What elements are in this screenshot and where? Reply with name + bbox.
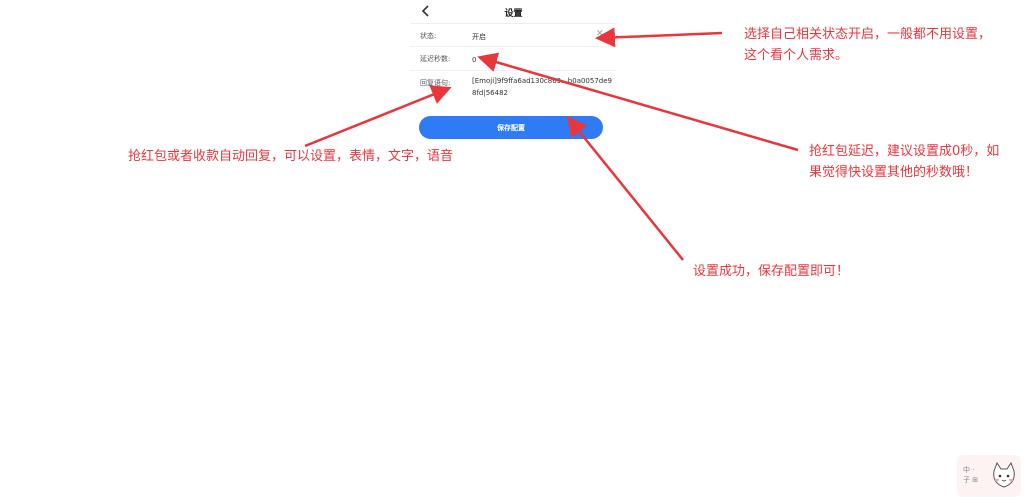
status-annotation: 选择自己相关状态开启，一般都不用设置， 这个看个人需求。 — [744, 24, 991, 66]
status-annotation-line-2: 这个看个人需求。 — [744, 48, 849, 63]
sticker-glyphs: 中 · 子 ⊞ — [963, 466, 979, 484]
delay-annotation-line-2: 果觉得快设置其他的秒数哦！ — [809, 165, 979, 180]
save-annotation: 设置成功，保存配置即可！ — [693, 264, 850, 279]
cat-face-icon — [993, 461, 1015, 488]
delay-annotation-line-1: 抢红包延迟，建议设置成0秒，如 — [809, 144, 1000, 159]
delay-arrow — [477, 52, 799, 152]
cat-sticker: 中 · 子 ⊞ — [957, 455, 1021, 497]
status-annotation-line-1: 选择自己相关状态开启，一般都不用设置， — [744, 27, 992, 42]
status-arrow — [595, 27, 723, 48]
save-arrow — [566, 116, 684, 261]
delay-annotation: 抢红包延迟，建议设置成0秒，如 果觉得快设置其他的秒数哦！ — [809, 141, 999, 183]
reply-arrow — [304, 85, 452, 148]
annotation-arrows — [304, 27, 799, 261]
reply-annotation: 抢红包或者收款自动回复，可以设置，表情，文字，语音 — [128, 149, 454, 164]
